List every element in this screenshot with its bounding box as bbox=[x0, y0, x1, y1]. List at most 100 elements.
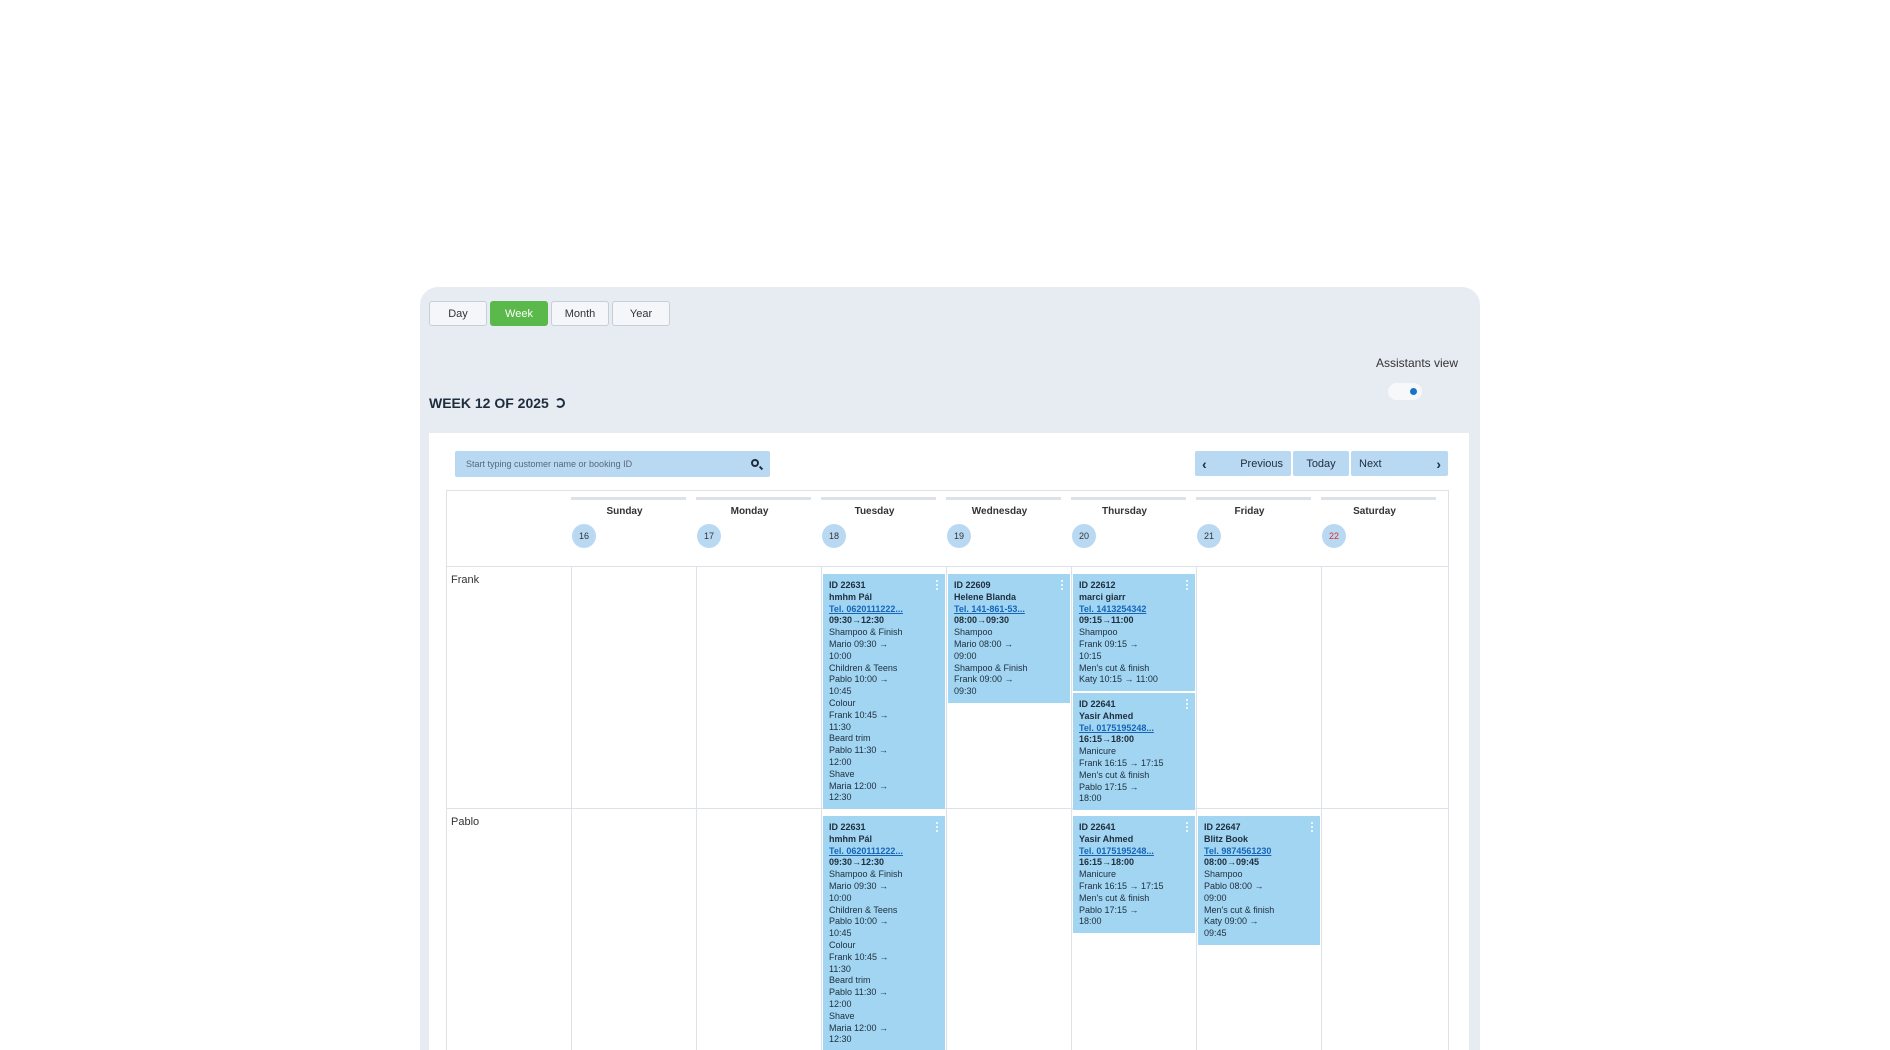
service-line: Frank 10:45 → bbox=[829, 951, 889, 962]
day-number[interactable]: 18 bbox=[822, 524, 846, 548]
view-button-day[interactable]: Day bbox=[429, 301, 487, 326]
more-options-icon[interactable] bbox=[1186, 822, 1188, 832]
day-name: Thursday bbox=[1101, 506, 1147, 517]
service-line: Mario 09:30 → bbox=[829, 880, 889, 891]
customer-phone-link[interactable]: Tel. 0175195248... bbox=[1079, 723, 1189, 735]
service-line: 09:30 bbox=[954, 686, 977, 697]
previous-button[interactable]: ‹ Previous bbox=[1195, 451, 1291, 476]
customer-phone-link[interactable]: Tel. 0620111222... bbox=[829, 604, 939, 616]
service-line: 09:00 bbox=[1204, 892, 1227, 903]
column-divider bbox=[946, 566, 947, 1050]
booking-search bbox=[455, 451, 770, 477]
service-line: Shampoo & Finish bbox=[954, 662, 1028, 673]
service-line: Children & Teens bbox=[829, 904, 898, 915]
service-line: Shave bbox=[829, 1010, 855, 1021]
booking-time: 08:00→09:30 bbox=[954, 615, 1010, 626]
day-header-monday: Monday 17 bbox=[687, 491, 812, 566]
day-name: Sunday bbox=[606, 506, 643, 517]
day-name: Wednesday bbox=[971, 506, 1028, 517]
day-number[interactable]: 20 bbox=[1072, 524, 1096, 548]
service-line: Men's cut & finish bbox=[1204, 904, 1275, 915]
appointment-card[interactable]: ID 22641 Yasir Ahmed Tel. 0175195248... 16:… bbox=[1073, 816, 1195, 934]
column-divider bbox=[696, 566, 697, 1050]
service-line: Men's cut & finish bbox=[1079, 892, 1150, 903]
day-header-bar bbox=[571, 497, 686, 500]
service-line: Mario 08:00 → bbox=[954, 638, 1014, 649]
service-line: Beard trim bbox=[829, 733, 871, 744]
more-options-icon[interactable] bbox=[1186, 699, 1188, 709]
day-header-sunday: Sunday 16 bbox=[562, 491, 687, 566]
day-header-bar bbox=[1321, 497, 1436, 500]
appointment-card[interactable]: ID 22647 Blitz Book Tel. 9874561230 08:00→0… bbox=[1198, 816, 1320, 945]
service-line: 11:30 bbox=[829, 963, 851, 974]
search-input[interactable] bbox=[455, 451, 735, 477]
service-line: Frank 09:15 → bbox=[1079, 638, 1139, 649]
service-line: 09:00 bbox=[954, 650, 977, 661]
week-title: WEEK 12 OF 2025 bbox=[429, 395, 565, 411]
day-header-thursday: Thursday 20 bbox=[1062, 491, 1187, 566]
day-number[interactable]: 21 bbox=[1197, 524, 1221, 548]
today-label: Today bbox=[1306, 457, 1336, 470]
view-button-week[interactable]: Week bbox=[490, 301, 548, 326]
service-line: 10:45 bbox=[829, 686, 852, 697]
more-options-icon[interactable] bbox=[1061, 580, 1063, 590]
appointment-card[interactable]: ID 22641 Yasir Ahmed Tel. 0175195248... 16:… bbox=[1073, 693, 1195, 811]
more-options-icon[interactable] bbox=[1311, 822, 1313, 832]
view-button-month[interactable]: Month bbox=[551, 301, 609, 326]
service-line: Frank 16:15 → 17:15 bbox=[1079, 757, 1164, 768]
customer-phone-link[interactable]: Tel. 1413254342 bbox=[1079, 604, 1189, 616]
day-header-bar bbox=[946, 497, 1061, 500]
appointment-card[interactable]: ID 22631 hmhm Pál Tel. 0620111222... 09:30→… bbox=[823, 574, 945, 809]
service-line: 12:30 bbox=[829, 1034, 852, 1045]
customer-name: hmhm Pál bbox=[829, 833, 873, 844]
customer-phone-link[interactable]: Tel. 141-861-53... bbox=[954, 604, 1064, 616]
assistants-view-toggle[interactable] bbox=[1388, 383, 1422, 400]
customer-phone-link[interactable]: Tel. 0175195248... bbox=[1079, 846, 1189, 858]
service-line: Shampoo bbox=[954, 627, 993, 638]
service-line: Manicure bbox=[1079, 746, 1117, 757]
more-options-icon[interactable] bbox=[936, 580, 938, 590]
service-line: Pablo 17:15 → bbox=[1079, 904, 1139, 915]
customer-name: Blitz Book bbox=[1204, 833, 1248, 844]
search-icon[interactable] bbox=[751, 459, 759, 467]
service-line: 12:00 bbox=[829, 998, 852, 1009]
assistants-view-label: Assistants view bbox=[1375, 356, 1458, 370]
customer-phone-link[interactable]: Tel. 9874561230 bbox=[1204, 846, 1314, 858]
booking-id: ID 22641 bbox=[1079, 822, 1116, 832]
day-number[interactable]: 22 bbox=[1322, 524, 1346, 548]
service-line: Pablo 08:00 → bbox=[1204, 880, 1264, 891]
customer-phone-link[interactable]: Tel. 0620111222... bbox=[829, 846, 939, 858]
service-line: Pablo 10:00 → bbox=[829, 916, 889, 927]
appointment-card[interactable]: ID 22609 Helene Blanda Tel. 141-861-53... 0… bbox=[948, 574, 1070, 703]
service-line: Colour bbox=[829, 939, 856, 950]
chevron-right-icon: › bbox=[1436, 455, 1441, 472]
day-number[interactable]: 17 bbox=[697, 524, 721, 548]
day-name: Saturday bbox=[1353, 506, 1396, 517]
refresh-icon[interactable] bbox=[554, 398, 565, 408]
service-line: Beard trim bbox=[829, 975, 871, 986]
appointment-card[interactable]: ID 22612 marci giarr Tel. 1413254342 09:15→… bbox=[1073, 574, 1195, 692]
view-button-year[interactable]: Year bbox=[612, 301, 670, 326]
booking-time: 09:30→12:30 bbox=[829, 615, 885, 626]
day-number[interactable]: 19 bbox=[947, 524, 971, 548]
booking-time: 16:15→18:00 bbox=[1079, 857, 1135, 868]
service-line: 09:45 bbox=[1204, 928, 1227, 939]
service-line: Pablo 10:00 → bbox=[829, 674, 889, 685]
toggle-knob bbox=[1410, 388, 1417, 395]
next-label: Next bbox=[1359, 457, 1382, 470]
next-button[interactable]: Next › bbox=[1351, 451, 1448, 476]
service-line: 10:45 bbox=[829, 928, 852, 939]
today-button[interactable]: Today bbox=[1293, 451, 1349, 476]
day-number[interactable]: 16 bbox=[572, 524, 596, 548]
day-header-bar bbox=[696, 497, 811, 500]
service-line: Pablo 11:30 → bbox=[829, 745, 888, 756]
column-divider bbox=[821, 566, 822, 1050]
booking-id: ID 22631 bbox=[829, 580, 866, 590]
row-divider bbox=[447, 566, 1448, 567]
customer-name: hmhm Pál bbox=[829, 591, 873, 602]
more-options-icon[interactable] bbox=[936, 822, 938, 832]
more-options-icon[interactable] bbox=[1186, 580, 1188, 590]
service-line: Shampoo & Finish bbox=[829, 869, 903, 880]
service-line: Frank 09:00 → bbox=[954, 674, 1014, 685]
appointment-card[interactable]: ID 22631 hmhm Pál Tel. 0620111222... 09:30→… bbox=[823, 816, 945, 1050]
